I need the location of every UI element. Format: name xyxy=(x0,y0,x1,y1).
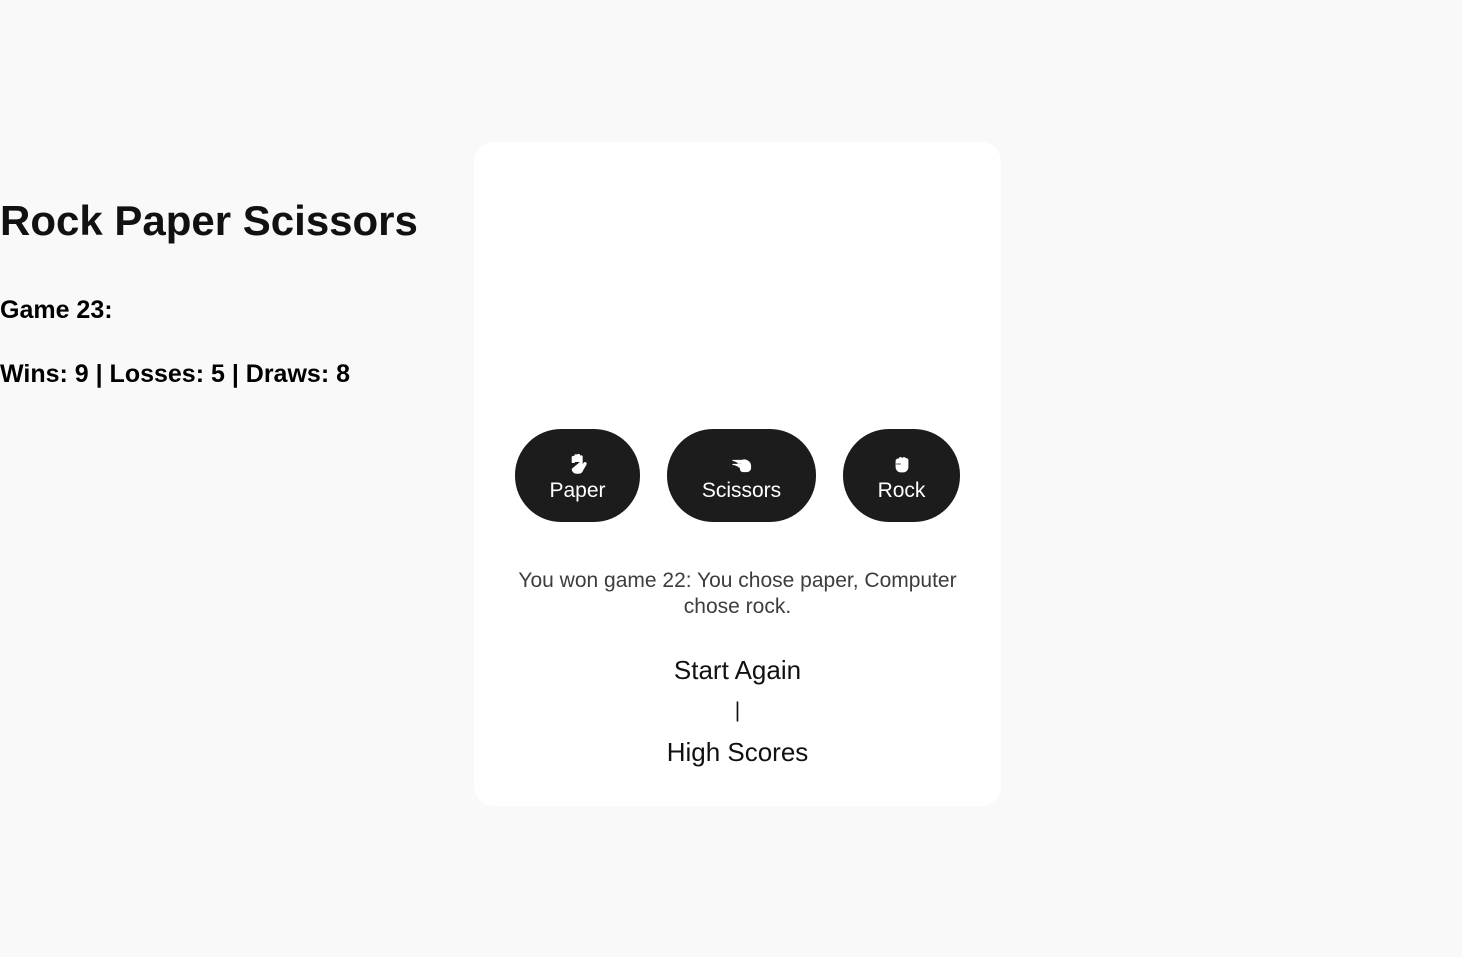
paper-button-label: Paper xyxy=(549,479,606,502)
fist-icon xyxy=(895,457,908,473)
score-summary: Wins: 9 | Losses: 5 | Draws: 8 xyxy=(0,360,350,388)
scissors-button[interactable]: Scissors xyxy=(667,429,816,522)
game-number-label: Game 23: xyxy=(0,296,113,324)
footer-links: Start Again | High Scores xyxy=(474,652,1001,770)
rock-button-label: Rock xyxy=(877,479,926,502)
paper-button[interactable]: Paper xyxy=(515,429,640,522)
scissors-button-label: Scissors xyxy=(701,479,782,502)
page-title: Rock Paper Scissors xyxy=(0,197,418,244)
high-scores-link[interactable]: High Scores xyxy=(474,734,1001,770)
start-again-link[interactable]: Start Again xyxy=(474,652,1001,688)
raised-hand-icon xyxy=(571,453,587,474)
link-separator: | xyxy=(734,699,741,722)
result-message: You won game 22: You chose paper, Comput… xyxy=(518,569,957,618)
rock-button[interactable]: Rock xyxy=(843,429,960,522)
scissors-hand-icon xyxy=(731,459,751,473)
